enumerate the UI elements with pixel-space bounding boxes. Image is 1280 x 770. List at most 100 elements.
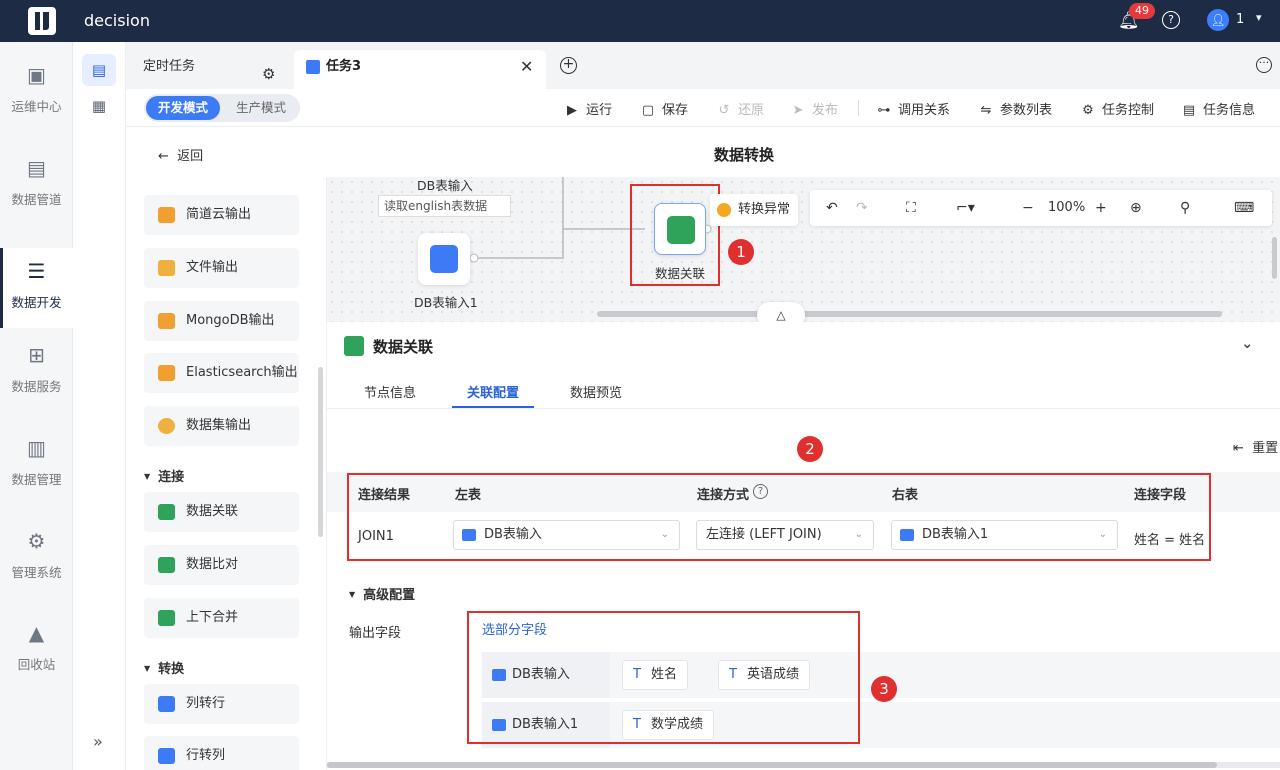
fit-view-icon[interactable]: ⛶ (906, 198, 916, 218)
nav-item-dev[interactable]: ☰ 数据开发 (0, 248, 73, 328)
nav-label: 管理系统 (11, 565, 62, 580)
nav-item-recycle[interactable]: ▲ 回收站 (0, 610, 73, 690)
param-list-button[interactable]: ⇋ 参数列表 (978, 99, 1052, 118)
save-icon: ▢ (641, 103, 655, 118)
reset-button[interactable]: ⇤ 重置 (1233, 437, 1278, 456)
zoom-in-icon[interactable]: + (1095, 198, 1107, 218)
palette-group-connect[interactable]: 连接 (144, 466, 184, 485)
tab-join-config[interactable]: 关联配置 (467, 382, 519, 401)
manage-icon: ▥ (27, 436, 46, 460)
union-icon (158, 610, 175, 626)
more-icon[interactable]: ··· (1256, 57, 1272, 73)
top-bar: decision 🔔︎ 49 ? 👤︎ 1 ▾ (0, 0, 1280, 42)
warning-badge[interactable]: 转换异常 (710, 194, 798, 226)
nav-item-system[interactable]: ⚙ 管理系统 (0, 518, 73, 598)
operator-palette: 简道云输出 文件输出 MongoDB输出 Elasticsearch输出 数据集… (126, 177, 327, 770)
avatar[interactable]: 👤︎ (1207, 9, 1229, 31)
search-icon[interactable]: ⚲ (1180, 198, 1190, 218)
call-relation-button[interactable]: ⊶ 调用关系 (876, 99, 951, 118)
recycle-icon: ▲ (28, 621, 45, 645)
db-table-icon (430, 245, 458, 273)
help-icon[interactable]: ? (1162, 11, 1180, 29)
node-description: 读取english表数据 (378, 195, 511, 217)
locate-icon[interactable]: ⊕ (1130, 198, 1142, 218)
palette-label: 上下合并 (186, 610, 239, 625)
nav-label: 数据开发 (11, 295, 62, 310)
tab-scheduled-task[interactable]: 定时任务 ⚙ (126, 50, 290, 89)
palette-label: 文件输出 (186, 260, 239, 275)
undo-icon[interactable]: ↶ (826, 198, 838, 218)
palette-item[interactable]: 列转行 (144, 684, 299, 724)
canvas-vscrollbar[interactable] (1272, 237, 1277, 279)
palette-label: Elasticsearch输出 (186, 365, 298, 380)
close-icon[interactable]: ✕ (520, 50, 533, 83)
publish-button[interactable]: ➤ 发布 (790, 99, 838, 118)
jiandaoyun-output-icon (158, 207, 175, 223)
send-icon: ➤ (792, 103, 804, 118)
task-info-button[interactable]: ▤ 任务信息 (1181, 99, 1255, 118)
flow-canvas[interactable]: DB表输入 读取english表数据 DB表输入1 数据关联 转换异常 ↶ ↷ … (327, 177, 1280, 322)
user-name[interactable]: 1 (1236, 12, 1244, 27)
edge-style-icon[interactable]: ⌐▾ (956, 198, 975, 218)
palette-label: 行转列 (186, 748, 226, 763)
canvas-control-bar: ↶ ↷ ⛶ ⌐▾ − 100% + ⊕ ⚲ ⌨ (810, 190, 1272, 226)
reset-icon: ⇤ (1233, 441, 1244, 456)
expand-sidebar-icon[interactable]: » (93, 732, 103, 751)
palette-item[interactable]: Elasticsearch输出 (144, 353, 299, 393)
task-list-icon[interactable]: ▤ (82, 54, 116, 86)
palette-group-transform[interactable]: 转换 (144, 658, 184, 677)
palette-item[interactable]: 行转列 (144, 736, 299, 770)
tab-task3[interactable]: 任务3 ✕ (294, 50, 546, 89)
palette-item[interactable]: 数据比对 (144, 545, 299, 585)
palette-item[interactable]: 数据集输出 (144, 406, 299, 446)
info-icon: ▤ (1182, 103, 1196, 118)
zoom-level: 100% (1048, 200, 1086, 215)
panel-scrollbar[interactable] (327, 762, 1217, 768)
reset-label: 重置 (1252, 441, 1279, 456)
db-input1-node[interactable] (418, 233, 470, 285)
chevron-down-icon[interactable]: ▾ (1256, 11, 1262, 24)
mongodb-output-icon (158, 313, 175, 329)
gear-icon[interactable]: ⚙ (262, 58, 275, 91)
advanced-config-toggle[interactable]: 高级配置 (349, 584, 415, 603)
pipeline-icon: ▤ (27, 156, 46, 180)
save-button[interactable]: ▢ 保存 (640, 99, 688, 118)
dev-mode-button[interactable]: 开发模式 (146, 96, 220, 120)
keyboard-icon[interactable]: ⌨ (1234, 198, 1254, 218)
redo-icon[interactable]: ↷ (856, 198, 868, 218)
data-compare-icon (158, 557, 175, 573)
palette-item[interactable]: MongoDB输出 (144, 301, 299, 341)
palette-item[interactable]: 简道云输出 (144, 195, 299, 235)
zoom-out-icon[interactable]: − (1022, 198, 1034, 218)
nav-item-pipeline[interactable]: ▤ 数据管道 (0, 145, 73, 225)
task-clipboard-icon[interactable]: ▦ (82, 90, 116, 122)
palette-item[interactable]: 上下合并 (144, 598, 299, 638)
relation-icon: ⊶ (877, 103, 891, 118)
canvas-scrollbar[interactable] (597, 311, 1222, 317)
highlight-box-1 (630, 184, 720, 286)
chevron-down-icon[interactable]: ⌄ (1241, 334, 1254, 352)
add-tab-icon[interactable]: + (560, 57, 577, 74)
app-logo-icon[interactable] (28, 7, 56, 35)
palette-label: 数据关联 (186, 504, 239, 519)
tab-node-info[interactable]: 节点信息 (364, 382, 416, 401)
palette-scrollbar[interactable] (318, 367, 323, 537)
task-control-button[interactable]: ⚙ 任务控制 (1080, 99, 1154, 118)
prod-mode-button[interactable]: 生产模式 (226, 96, 296, 120)
palette-item[interactable]: 数据关联 (144, 492, 299, 532)
control-label: 任务控制 (1102, 103, 1155, 118)
dev-stack-icon: ☰ (27, 259, 46, 283)
marker-2: 2 (797, 436, 823, 462)
nav-item-service[interactable]: ⊞ 数据服务 (0, 332, 73, 412)
palette-label: 简道云输出 (186, 207, 252, 222)
task-icon (306, 60, 320, 74)
nav-item-ops[interactable]: ▣ 运维中心 (0, 52, 73, 132)
collapse-panel-toggle[interactable]: △ (757, 302, 805, 322)
tab-divider (327, 408, 1280, 409)
run-button[interactable]: ▶ 运行 (564, 99, 612, 118)
tab-data-preview[interactable]: 数据预览 (570, 382, 622, 401)
palette-item[interactable]: 文件输出 (144, 248, 299, 288)
restore-button[interactable]: ↺ 还原 (716, 99, 764, 118)
nav-item-manage[interactable]: ▥ 数据管理 (0, 425, 73, 505)
unpivot-icon (158, 696, 175, 712)
